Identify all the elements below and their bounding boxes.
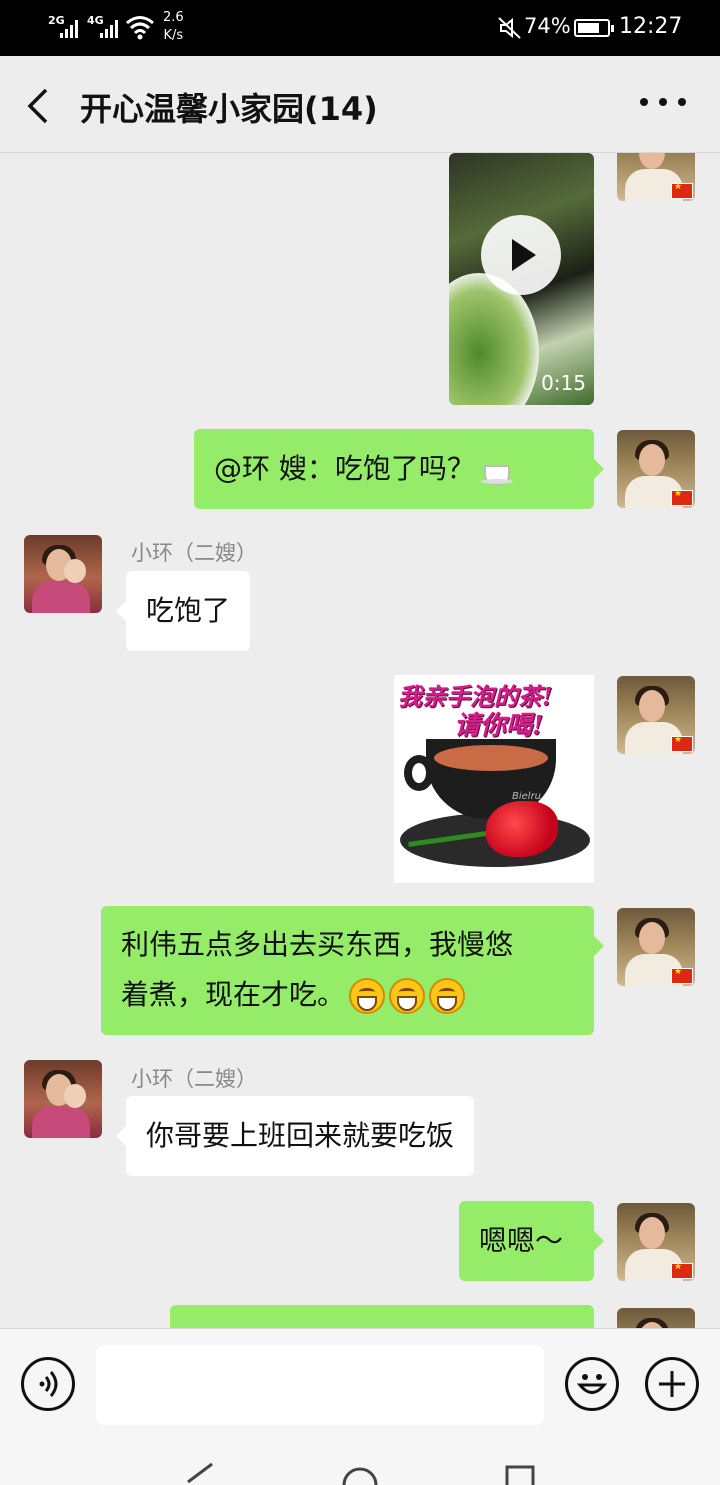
video-duration: 0:15 (541, 371, 586, 395)
signal-strength-icon-2 (100, 16, 122, 38)
contact-avatar[interactable] (24, 1060, 102, 1138)
message-input[interactable] (96, 1345, 544, 1425)
message-bubble-partial[interactable] (170, 1305, 594, 1328)
nav-home-icon[interactable] (342, 1462, 378, 1485)
signal-strength-icon (60, 16, 82, 38)
my-avatar[interactable] (617, 153, 695, 201)
message-text: 吃饱了 (146, 594, 231, 627)
status-bar: 2G 4G 2.6 K/s 74% 12:27 (0, 0, 720, 56)
mute-icon (498, 17, 521, 39)
grinning-face-icon (389, 978, 426, 1014)
my-avatar[interactable] (617, 1308, 695, 1328)
sender-name: 小环（二嫂） (131, 1067, 257, 1091)
contact-avatar[interactable] (24, 535, 102, 613)
grinning-face-icon (349, 978, 386, 1014)
my-avatar[interactable] (617, 1203, 695, 1281)
battery-percent: 74% (524, 14, 571, 38)
sender-name: 小环（二嫂） (131, 541, 257, 565)
navigation-bar (0, 1440, 720, 1485)
grinning-face-icon (429, 978, 466, 1014)
image-text-line2: 请你喝! (454, 711, 544, 741)
message-text: 嗯嗯～ (479, 1224, 564, 1257)
my-avatar[interactable] (617, 676, 695, 754)
message-text-line1: 利伟五点多出去买东西，我慢悠 (121, 928, 514, 961)
more-options-icon[interactable] (640, 98, 686, 112)
back-arrow-icon[interactable] (22, 86, 56, 126)
tea-image-message[interactable]: 我亲手泡的茶! 请你喝! Bielru (394, 675, 594, 883)
emoji-icon[interactable] (565, 1357, 619, 1411)
clock: 12:27 (619, 14, 683, 39)
message-text: @环 嫂：吃饱了吗？ (214, 452, 475, 485)
video-message[interactable]: 0:15 (449, 153, 594, 405)
battery-icon (574, 19, 614, 37)
my-avatar[interactable] (617, 908, 695, 986)
message-text: 你哥要上班回来就要吃饭 (146, 1119, 455, 1152)
nav-back-icon[interactable] (184, 1460, 216, 1485)
network-speed: 2.6 K/s (163, 9, 184, 45)
input-bar (0, 1328, 720, 1440)
message-bubble[interactable]: 吃饱了 (115, 571, 251, 651)
network-speed-unit: K/s (163, 28, 184, 43)
message-list[interactable]: 0:15 @环 嫂：吃饱了吗？ 小环（二嫂） 吃饱了 我亲手泡的茶! 请你喝! … (0, 153, 720, 1328)
add-more-icon[interactable] (645, 1357, 699, 1411)
wifi-icon (126, 16, 154, 40)
message-bubble[interactable]: 你哥要上班回来就要吃饭 (115, 1096, 475, 1176)
my-avatar[interactable] (617, 430, 695, 508)
play-icon[interactable] (481, 215, 561, 295)
voice-input-icon[interactable] (21, 1357, 75, 1411)
message-bubble[interactable]: 嗯嗯～ (459, 1201, 604, 1281)
message-text-line2: 着煮，现在才吃。 (121, 978, 346, 1011)
tea-icon (480, 455, 515, 485)
rose-icon (486, 801, 558, 857)
message-bubble[interactable]: 利伟五点多出去买东西，我慢悠 着煮，现在才吃。 (101, 906, 604, 1035)
network-speed-value: 2.6 (163, 10, 184, 25)
message-bubble[interactable]: @环 嫂：吃饱了吗？ (194, 429, 604, 509)
nav-recents-icon[interactable] (504, 1464, 536, 1485)
page-title: 开心温馨小家园(14) (80, 90, 378, 128)
chat-header: 开心温馨小家园(14) (0, 56, 720, 153)
